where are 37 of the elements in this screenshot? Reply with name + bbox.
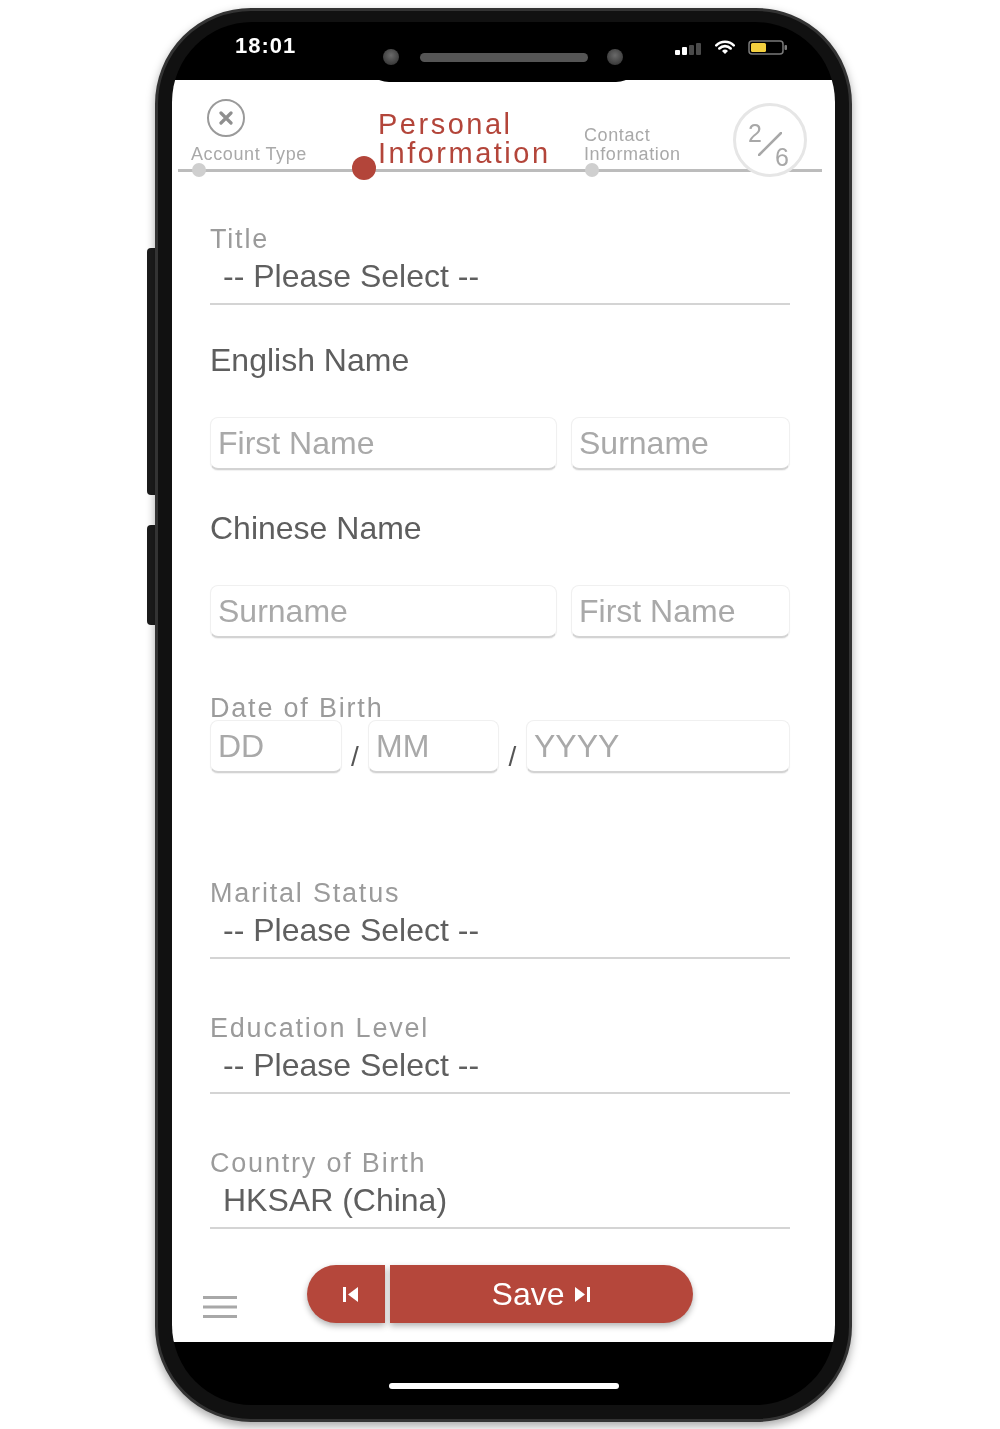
skip-forward-icon — [574, 1285, 592, 1303]
status-time: 18:01 — [235, 35, 297, 57]
section-heading: Chinese Name — [210, 509, 423, 547]
text-field[interactable]: First Name — [210, 417, 557, 470]
select-field[interactable]: -- Please Select -- — [210, 1046, 790, 1094]
select-field[interactable]: -- Please Select -- — [210, 257, 790, 305]
step-label: Contact Information — [584, 126, 682, 164]
date-separator: / — [351, 743, 359, 771]
field-label: Country of Birth — [210, 1150, 428, 1176]
field-label: Date of Birth — [210, 695, 385, 721]
battery-icon — [748, 40, 788, 55]
speaker-grille-icon — [420, 53, 588, 62]
step-label: Personal Information — [378, 110, 552, 168]
skip-back-icon — [341, 1285, 359, 1303]
step-number: 2 — [748, 121, 762, 146]
close-icon — [219, 111, 233, 125]
save-button[interactable]: Save — [390, 1265, 693, 1323]
wifi-icon — [713, 40, 737, 55]
text-field[interactable]: DD — [210, 720, 342, 773]
select-field[interactable]: HKSAR (China) — [210, 1181, 790, 1229]
text-field[interactable]: YYYY — [526, 720, 790, 773]
text-field[interactable]: MM — [368, 720, 499, 773]
select-field[interactable]: -- Please Select -- — [210, 911, 790, 959]
step-label: Account Type — [191, 145, 307, 164]
field-label: Marital Status — [210, 880, 402, 906]
text-field[interactable]: Surname — [571, 417, 790, 470]
menu-icon[interactable] — [203, 1296, 237, 1318]
field-label: Education Level — [210, 1015, 431, 1041]
text-field[interactable]: Surname — [210, 585, 557, 638]
section-heading: English Name — [210, 341, 411, 379]
previous-button[interactable] — [307, 1265, 385, 1323]
date-separator: / — [508, 743, 517, 771]
step-total: 6 — [775, 145, 789, 170]
field-label: Title — [210, 226, 270, 252]
signal-icon — [675, 43, 703, 55]
text-field[interactable]: First Name — [571, 585, 790, 638]
close-button[interactable] — [207, 99, 245, 137]
